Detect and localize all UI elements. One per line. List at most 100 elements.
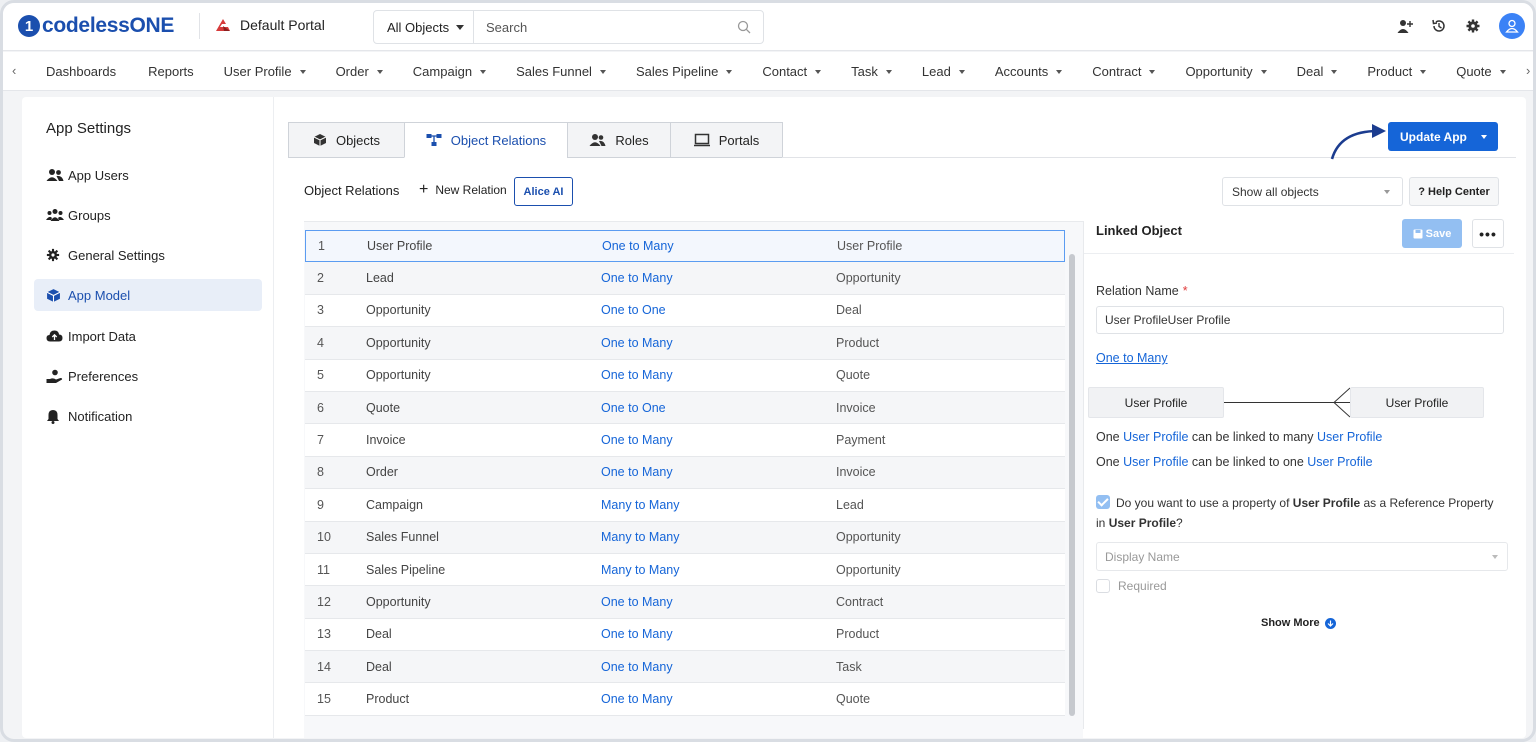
nav-item-product[interactable]: Product — [1367, 64, 1427, 79]
update-app-dropdown[interactable] — [1470, 134, 1498, 139]
relation-type-link[interactable]: One to Many — [601, 627, 673, 641]
tab-roles[interactable]: Roles — [567, 122, 670, 158]
table-row[interactable]: 6 Quote One to One Invoice — [305, 391, 1065, 425]
nav-item-campaign[interactable]: Campaign — [413, 64, 487, 79]
search-icon[interactable] — [737, 20, 751, 34]
history-icon[interactable] — [1431, 18, 1447, 34]
object-link[interactable]: User Profile — [1307, 455, 1372, 469]
table-row[interactable]: 11 Sales Pipeline Many to Many Opportunity — [305, 553, 1065, 587]
table-row[interactable]: 7 Invoice One to Many Payment — [305, 424, 1065, 457]
relation-type-link[interactable]: One to Many — [601, 336, 673, 350]
nav-item-contract[interactable]: Contract — [1092, 64, 1156, 79]
nav-item-sales-funnel[interactable]: Sales Funnel — [516, 64, 606, 79]
bell-icon — [46, 408, 64, 424]
relation-type-link[interactable]: Many to Many — [601, 563, 680, 577]
object-link[interactable]: User Profile — [1123, 455, 1188, 469]
relation-type-link[interactable]: One to Many — [601, 692, 673, 706]
nav-item-user-profile[interactable]: User Profile — [224, 64, 306, 79]
table-row[interactable]: 13 Deal One to Many Product — [305, 618, 1065, 652]
relation-type-link[interactable]: One to One — [601, 303, 666, 317]
text: One — [1096, 430, 1120, 444]
table-scrollbar[interactable] — [1069, 254, 1075, 716]
nav-item-quote[interactable]: Quote — [1456, 64, 1506, 79]
search-input[interactable] — [474, 19, 737, 35]
alice-ai-button[interactable]: Alice AI — [514, 177, 573, 206]
required-checkbox[interactable] — [1096, 579, 1110, 593]
avatar[interactable] — [1499, 13, 1525, 39]
relation-type-link[interactable]: One to Many — [601, 368, 673, 382]
table-row[interactable]: 3 Opportunity One to One Deal — [305, 294, 1065, 328]
tab-object-relations[interactable]: Object Relations — [404, 122, 567, 158]
nav-scroll-left-icon[interactable]: ‹ — [12, 63, 16, 78]
update-app-button[interactable]: Update App — [1388, 122, 1498, 151]
nav-item-sales-pipeline[interactable]: Sales Pipeline — [636, 64, 733, 79]
add-user-icon[interactable] — [1397, 18, 1413, 34]
reference-property-checkbox[interactable] — [1096, 495, 1110, 509]
relation-type-link[interactable]: Many to Many — [601, 498, 680, 512]
table-row[interactable]: 5 Opportunity One to Many Quote — [305, 359, 1065, 392]
nav-item-opportunity[interactable]: Opportunity — [1185, 64, 1267, 79]
source-object: Deal — [366, 627, 392, 642]
sidebar-item-notification[interactable]: Notification — [34, 400, 262, 432]
logo[interactable]: 1 codelessONE — [18, 13, 174, 39]
nav-item-lead[interactable]: Lead — [922, 64, 965, 79]
nav-item-contact[interactable]: Contact — [762, 64, 822, 79]
new-relation-label: New Relation — [435, 183, 507, 197]
table-row[interactable]: 4 Opportunity One to Many Product — [305, 327, 1065, 360]
show-more-button[interactable]: Show More — [1261, 617, 1336, 629]
nav-item-label: Opportunity — [1185, 64, 1253, 79]
source-object: Opportunity — [366, 335, 431, 350]
gear-icon[interactable] — [1465, 18, 1481, 34]
source-object: Opportunity — [366, 303, 431, 318]
relation-type-link[interactable]: One to One — [601, 401, 666, 415]
relation-type-link[interactable]: One to Many — [601, 433, 673, 447]
users-icon — [589, 134, 606, 146]
relation-type-link[interactable]: Many to Many — [601, 530, 680, 544]
table-row[interactable]: 9 Campaign Many to Many Lead — [305, 489, 1065, 522]
nav-item-reports[interactable]: Reports — [148, 64, 194, 79]
save-icon — [1413, 229, 1423, 238]
nav-scroll-right-icon[interactable]: › — [1526, 63, 1530, 78]
sidebar-item-import-data[interactable]: Import Data — [34, 320, 262, 352]
cloud-upload-icon — [46, 328, 64, 344]
display-name-select[interactable]: Display Name — [1096, 542, 1508, 571]
relation-type-link[interactable]: One to Many — [602, 239, 674, 253]
sidebar-item-preferences[interactable]: Preferences — [34, 360, 262, 392]
tab-objects[interactable]: Objects — [288, 122, 404, 158]
table-row[interactable]: 10 Sales Funnel Many to Many Opportunity — [305, 521, 1065, 554]
nav-item-task[interactable]: Task — [851, 64, 892, 79]
sidebar-item-general-settings[interactable]: General Settings — [34, 239, 262, 271]
object-link[interactable]: User Profile — [1123, 430, 1188, 444]
relation-type-link[interactable]: One to Many — [601, 271, 673, 285]
portal-selector[interactable]: Default Portal — [215, 17, 325, 33]
search-scope-select[interactable]: All Objects — [374, 11, 474, 43]
sidebar-item-app-users[interactable]: App Users — [34, 159, 262, 191]
object-filter-select[interactable]: Show all objects — [1222, 177, 1403, 206]
help-center-button[interactable]: ? Help Center — [1409, 177, 1499, 206]
tab-portals[interactable]: Portals — [670, 122, 783, 158]
relation-type-link[interactable]: One to Many — [1096, 351, 1168, 365]
table-row[interactable]: 14 Deal One to Many Task — [305, 651, 1065, 684]
relation-type-link[interactable]: One to Many — [601, 660, 673, 674]
object-link[interactable]: User Profile — [1317, 430, 1382, 444]
table-row[interactable]: 1 User Profile One to Many User Profile — [305, 230, 1065, 263]
table-row[interactable]: 15 Product One to Many Quote — [305, 683, 1065, 716]
relation-type-link[interactable]: One to Many — [601, 465, 673, 479]
object-name: User Profile — [1292, 496, 1361, 510]
nav-item-order[interactable]: Order — [336, 64, 383, 79]
table-row[interactable]: 8 Order One to Many Invoice — [305, 456, 1065, 490]
sidebar-item-app-model[interactable]: App Model — [34, 279, 262, 311]
nav-item-dashboards[interactable]: Dashboards — [46, 64, 116, 79]
relation-type-link[interactable]: One to Many — [601, 595, 673, 609]
table-row[interactable]: 12 Opportunity One to Many Contract — [305, 586, 1065, 619]
row-number: 1 — [318, 239, 325, 254]
sidebar-item-groups[interactable]: Groups — [34, 199, 262, 231]
nav-item-label: Dashboards — [46, 64, 117, 79]
new-relation-button[interactable]: + New Relation — [419, 182, 507, 198]
table-row[interactable]: 2 Lead One to Many Opportunity — [305, 262, 1065, 295]
more-options-button[interactable]: ••• — [1472, 219, 1504, 248]
relation-name-input[interactable]: User ProfileUser Profile — [1096, 306, 1504, 334]
nav-item-accounts[interactable]: Accounts — [995, 64, 1063, 79]
save-button[interactable]: Save — [1402, 219, 1462, 248]
nav-item-deal[interactable]: Deal — [1297, 64, 1338, 79]
